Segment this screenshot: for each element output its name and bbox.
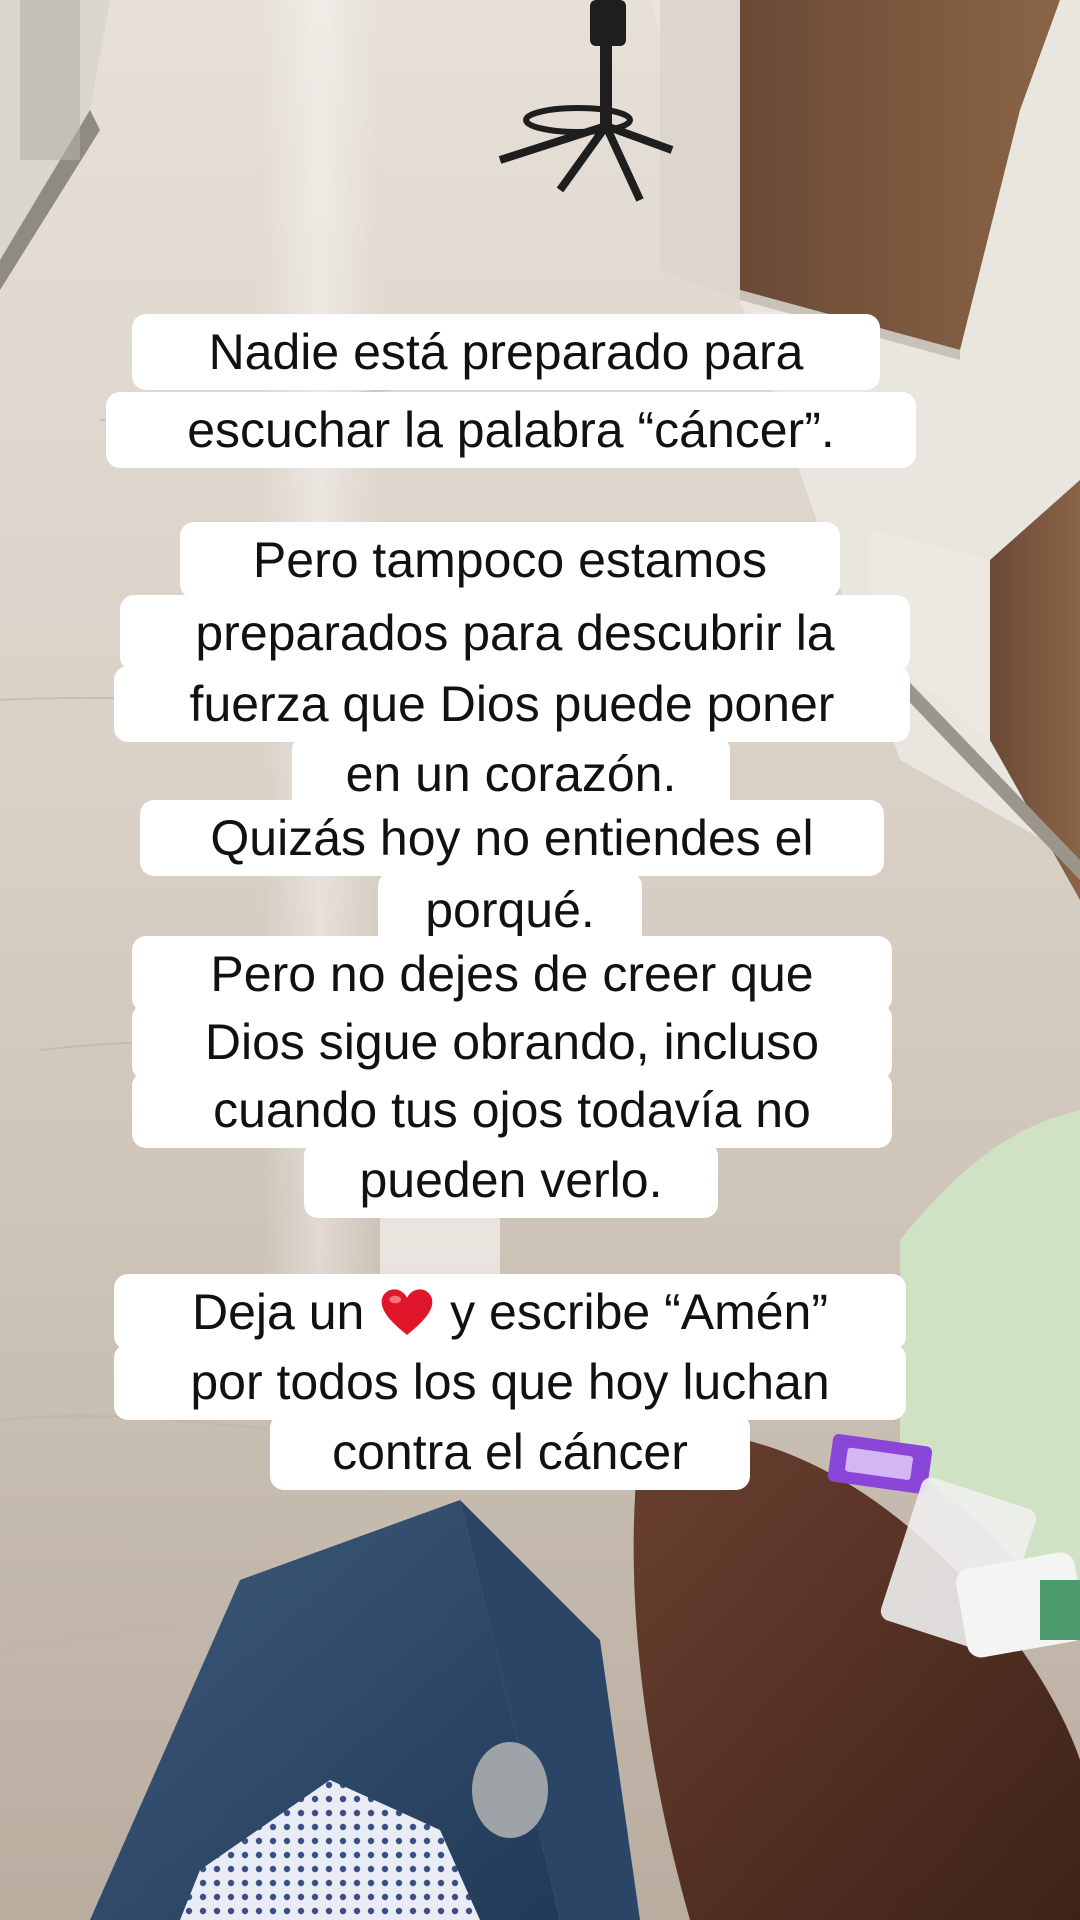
caption-line: Dios sigue obrando, incluso: [132, 1004, 892, 1080]
caption-line: Pero tampoco estamos: [180, 522, 840, 598]
caption-line: cuando tus ojos todavía no: [132, 1072, 892, 1148]
caption-text: Deja un: [191, 1284, 365, 1340]
caption-line: por todos los que hoy luchan: [114, 1344, 906, 1420]
caption-line: Nadie está preparado para: [132, 314, 880, 390]
caption-line: escuchar la palabra “cáncer”.: [106, 392, 916, 468]
caption-text: y escribe “Amén”: [450, 1284, 829, 1340]
caption-line: preparados para descubrir la: [120, 595, 910, 671]
caption-line: Pero no dejes de creer que: [132, 936, 892, 1012]
caption-line: fuerza que Dios puede poner: [114, 666, 910, 742]
caption-line: contra el cáncer: [270, 1414, 750, 1490]
caption-line-with-heart: Deja un y escribe “Amén”: [114, 1274, 906, 1350]
caption-line: Quizás hoy no entiendes el: [140, 800, 884, 876]
red-heart-icon: [381, 1289, 433, 1335]
caption-line: pueden verlo.: [304, 1142, 718, 1218]
